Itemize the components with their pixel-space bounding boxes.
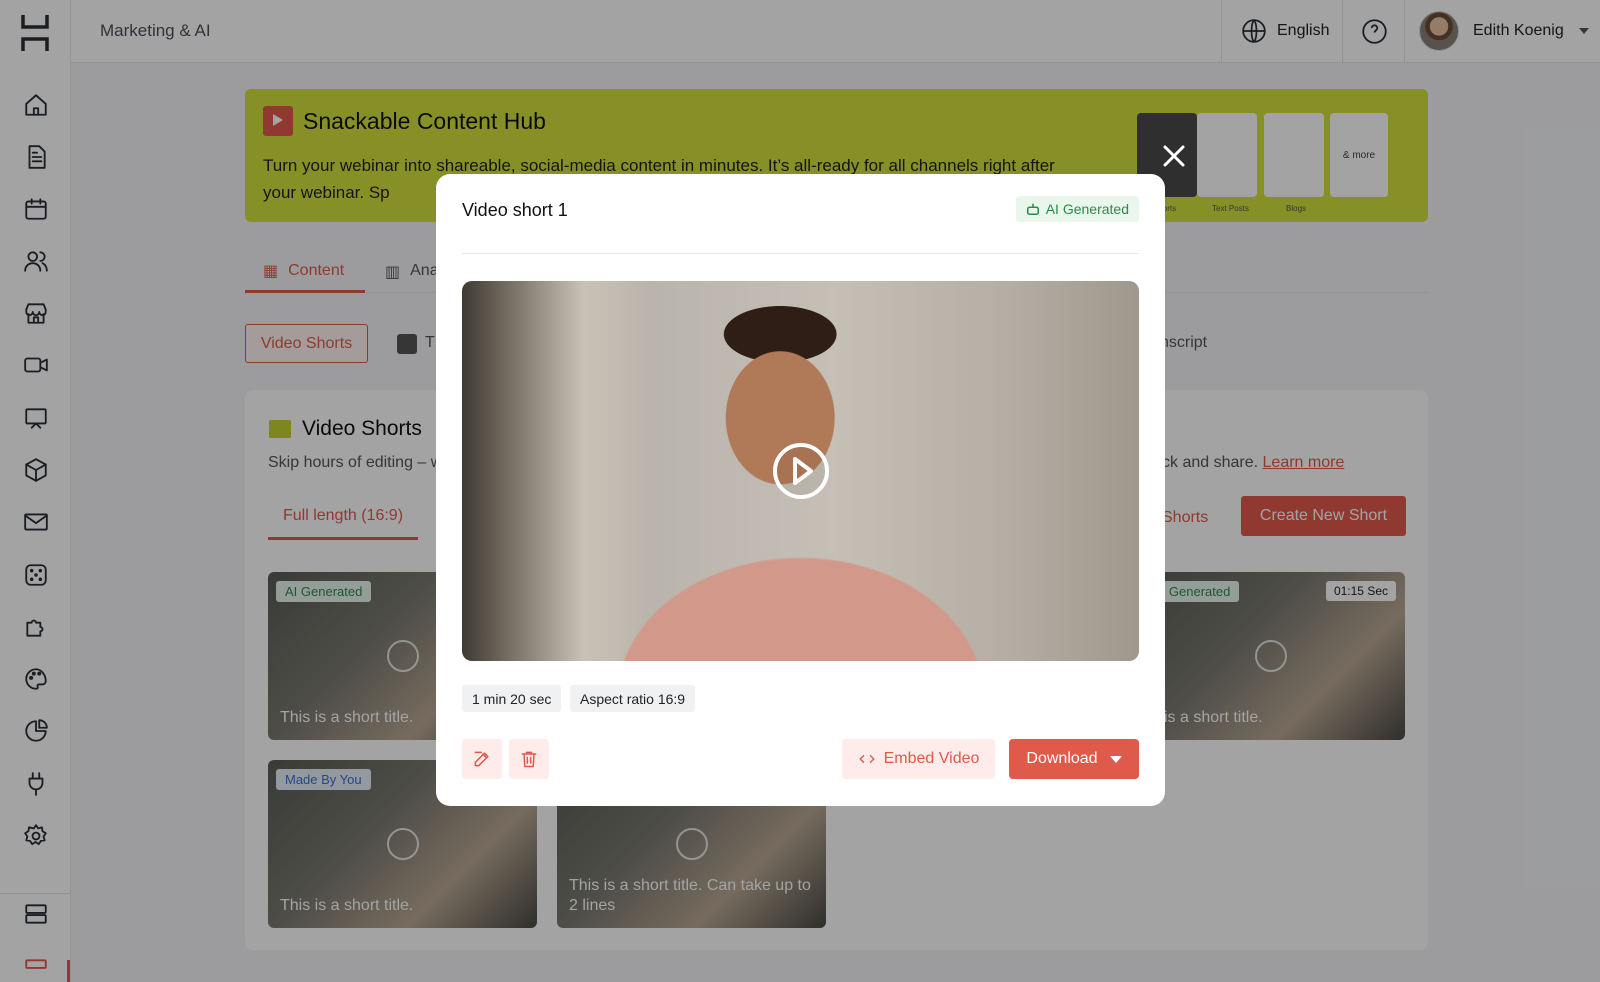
edit-icon <box>474 751 489 767</box>
aspect-ratio-tag: Aspect ratio 16:9 <box>570 685 696 712</box>
modal-divider <box>462 253 1139 254</box>
code-icon <box>858 754 875 764</box>
video-player[interactable] <box>462 281 1139 661</box>
edit-button[interactable] <box>462 739 502 779</box>
robot-icon <box>1026 203 1039 216</box>
trash-icon <box>521 751 537 768</box>
caret-down-icon <box>1109 755 1122 763</box>
ai-generated-badge: AI Generated <box>1015 196 1139 222</box>
download-button[interactable]: Download <box>1009 739 1139 779</box>
modal-title: Video short 1 <box>462 200 568 220</box>
close-icon[interactable] <box>1161 143 1187 169</box>
play-icon[interactable] <box>772 442 830 500</box>
delete-button[interactable] <box>509 739 549 779</box>
duration-tag: 1 min 20 sec <box>462 685 562 712</box>
video-modal: Video short 1 AI Generated 1 min 20 sec … <box>436 174 1165 806</box>
embed-video-button[interactable]: Embed Video <box>842 739 995 779</box>
